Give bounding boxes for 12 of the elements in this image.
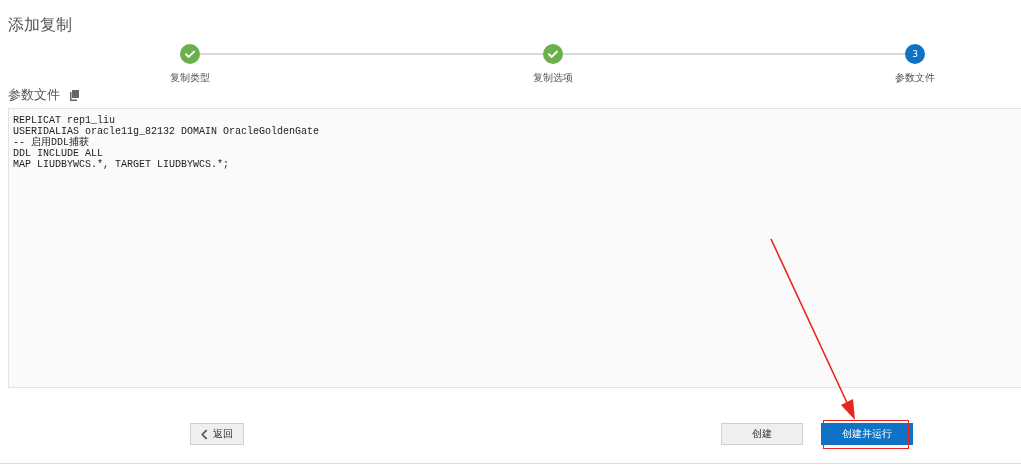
section-title: 参数文件 xyxy=(8,86,60,104)
step-label: 复制选项 xyxy=(532,71,573,85)
copy-icon[interactable] xyxy=(70,89,79,101)
page-title: 添加复制 xyxy=(7,14,73,36)
create-and-run-button[interactable]: 创建并运行 xyxy=(821,423,913,445)
create-button[interactable]: 创建 xyxy=(721,423,803,445)
back-button[interactable]: 返回 xyxy=(190,423,244,445)
step-label: 参数文件 xyxy=(895,71,935,85)
parameter-file-editor[interactable]: REPLICAT rep1_liu USERIDALIAS oracle11g_82132 DOMAIN OracleGoldenGate -- 启用DDL捕获 DDL INCLUDE ALL MAP LIUDBYWCS.*, TARGET LIUDBYWCS.*; xyxy=(8,108,1021,388)
chevron-left-icon xyxy=(201,428,208,440)
step-number: 3 xyxy=(905,44,925,64)
step-label: 复制类型 xyxy=(170,71,210,85)
